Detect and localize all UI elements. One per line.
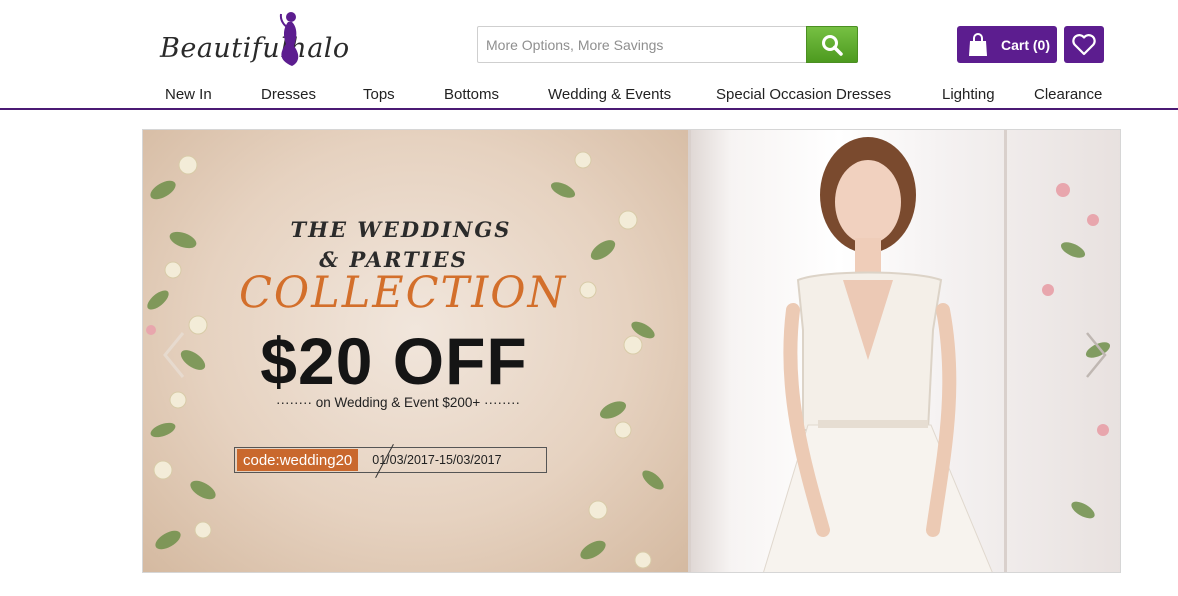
heart-icon bbox=[1072, 33, 1096, 55]
banner-discount-subtitle: ········ on Wedding & Event $200+ ······… bbox=[276, 395, 520, 410]
promo-code: code:wedding20 bbox=[237, 449, 359, 471]
nav-item-new-in[interactable]: New In bbox=[165, 86, 212, 103]
promo-code-box: code:wedding20 01/03/2017-15/03/2017 bbox=[234, 443, 547, 479]
wishlist-button[interactable] bbox=[1064, 26, 1104, 63]
banner-discount: $20 OFF bbox=[260, 324, 528, 398]
shopping-bag-icon bbox=[969, 32, 987, 56]
nav-item-tops[interactable]: Tops bbox=[363, 86, 395, 103]
nav-item-lighting[interactable]: Lighting bbox=[942, 86, 995, 103]
model-image bbox=[763, 137, 993, 572]
logo-silhouette-icon bbox=[279, 12, 299, 66]
nav-item-wedding-events[interactable]: Wedding & Events bbox=[548, 86, 671, 103]
banner-headline-line1: THE WEDDINGS bbox=[290, 217, 512, 242]
hero-banner[interactable]: THE WEDDINGS & PARTIES COLLECTION $20 OF… bbox=[142, 129, 1121, 573]
search-bar bbox=[477, 26, 858, 63]
search-icon bbox=[822, 34, 843, 56]
chevron-right-icon[interactable] bbox=[1081, 330, 1111, 380]
nav-item-clearance[interactable]: Clearance bbox=[1034, 86, 1102, 103]
main-nav: New In Dresses Tops Bottoms Wedding & Ev… bbox=[0, 84, 1178, 110]
search-button[interactable] bbox=[806, 26, 858, 63]
logo-text: Beautifulhalo bbox=[160, 33, 350, 64]
nav-item-special-occasion-dresses[interactable]: Special Occasion Dresses bbox=[716, 86, 891, 103]
chevron-left-icon[interactable] bbox=[159, 330, 189, 380]
banner-headline-collection: COLLECTION bbox=[239, 268, 568, 318]
cart-label: Cart (0) bbox=[1001, 36, 1051, 53]
cart-button[interactable]: Cart (0) bbox=[957, 26, 1057, 63]
site-logo[interactable]: Beautifulhalo bbox=[160, 8, 365, 68]
nav-item-bottoms[interactable]: Bottoms bbox=[444, 86, 499, 103]
promo-dates: 01/03/2017-15/03/2017 bbox=[372, 453, 502, 467]
search-input[interactable] bbox=[478, 27, 806, 62]
nav-item-dresses[interactable]: Dresses bbox=[261, 86, 316, 103]
